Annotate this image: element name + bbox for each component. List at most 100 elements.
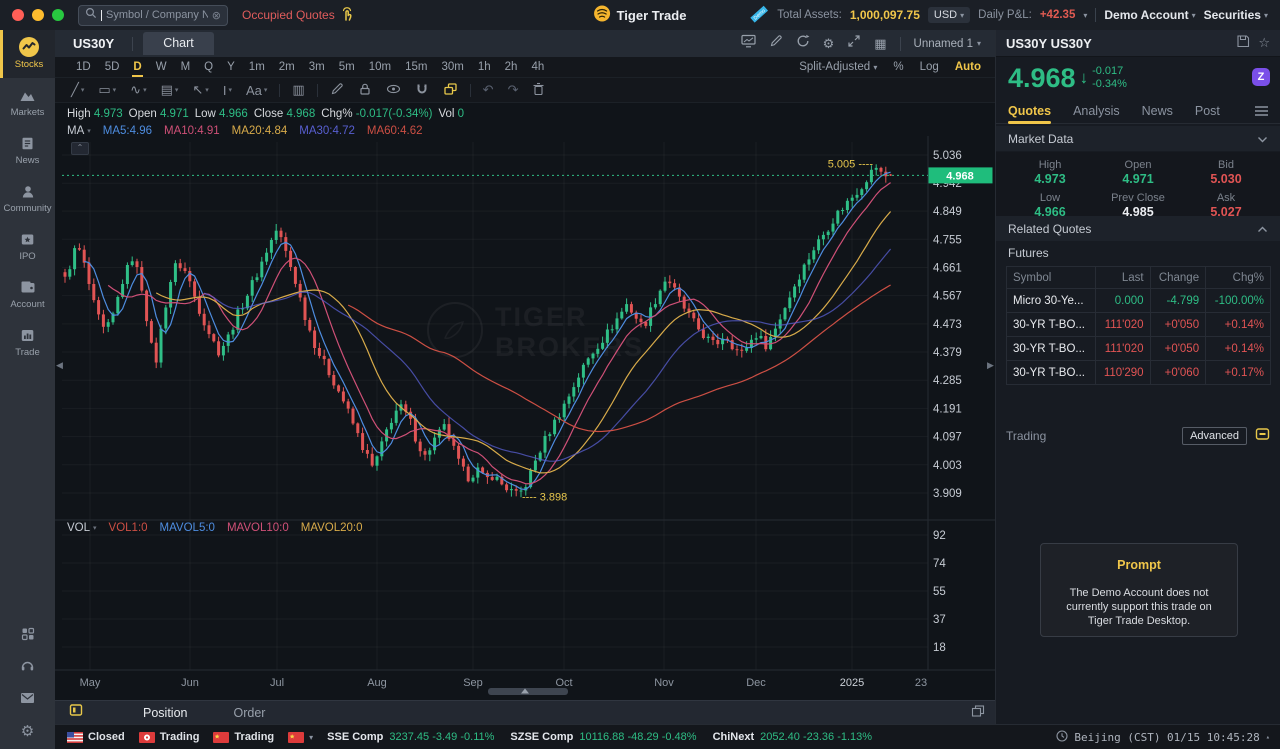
redo-icon[interactable]: ↷ xyxy=(502,78,525,103)
index-ticker[interactable]: SZSE Comp10116.88 -48.29 -0.48% xyxy=(510,731,696,743)
table-row[interactable]: 30-YR T-BO...111'020+0'050+0.14% xyxy=(1007,313,1271,337)
layers-icon[interactable] xyxy=(437,78,464,103)
vol-selector[interactable]: VOL▾ xyxy=(67,522,97,534)
futures-col-header[interactable]: Change xyxy=(1150,267,1206,289)
save-layout-icon[interactable] xyxy=(1236,34,1250,53)
futures-col-header[interactable]: Chg% xyxy=(1206,267,1271,289)
wave-tool-icon[interactable]: ∿▾ xyxy=(124,78,152,103)
note-tool-icon[interactable]: ▤▾ xyxy=(155,78,185,103)
sidebar-item-stocks[interactable]: Stocks xyxy=(0,30,55,78)
timeframe-y[interactable]: Y xyxy=(220,57,242,78)
tab-position[interactable]: Position xyxy=(143,706,187,720)
chart-type-icon[interactable]: ▥ xyxy=(286,78,310,103)
sidebar-item-ipo[interactable]: IPO xyxy=(0,222,55,270)
tab-chart[interactable]: Chart xyxy=(143,32,214,55)
layout-grid-icon[interactable]: ▦ xyxy=(874,36,886,52)
clear-search-icon[interactable]: ⊗ xyxy=(212,9,221,22)
zacks-badge-icon[interactable]: Z xyxy=(1252,68,1270,86)
ma-selector[interactable]: MA▾ xyxy=(67,125,91,137)
timeframe-1d[interactable]: 1D xyxy=(69,57,98,78)
timeframe-2h[interactable]: 2h xyxy=(498,57,525,78)
timeframe-4h[interactable]: 4h xyxy=(524,57,551,78)
symbol-tab[interactable]: US30Y xyxy=(55,36,132,51)
tab-news[interactable]: News xyxy=(1142,100,1173,124)
occupied-quotes-link[interactable]: Occupied Quotes xyxy=(242,6,354,24)
menu-hamburger-icon[interactable] xyxy=(1255,103,1268,121)
panel-expand-icon[interactable] xyxy=(69,703,83,722)
settings-icon[interactable]: ⚙ xyxy=(21,722,34,741)
collapse-right-panel-icon[interactable]: ▶ xyxy=(987,360,994,371)
cascade-windows-icon[interactable] xyxy=(971,704,985,722)
table-row[interactable]: 30-YR T-BO...111'020+0'050+0.14% xyxy=(1007,337,1271,361)
timeframe-10m[interactable]: 10m xyxy=(362,57,398,78)
percent-toggle[interactable]: % xyxy=(893,61,903,73)
text-tool-icon[interactable]: I▾ xyxy=(217,78,238,103)
panel-toggle-icon[interactable] xyxy=(1255,427,1270,446)
related-quotes-section-header[interactable]: Related Quotes xyxy=(996,216,1280,241)
favorite-star-icon[interactable]: ☆ xyxy=(1258,35,1270,51)
eye-icon[interactable] xyxy=(380,78,407,103)
currency-selector[interactable]: USD▾ xyxy=(928,7,970,23)
minimize-window-button[interactable] xyxy=(32,9,44,21)
sidebar-item-markets[interactable]: Markets xyxy=(0,78,55,126)
auto-toggle[interactable]: Auto xyxy=(955,61,981,73)
timeframe-3m[interactable]: 3m xyxy=(302,57,332,78)
index-ticker[interactable]: ChiNext2052.40 -23.36 -1.13% xyxy=(713,731,872,743)
timeframe-w[interactable]: W xyxy=(149,57,174,78)
search-input[interactable]: Symbol / Company Name ⊗ xyxy=(78,5,228,26)
arrow-tool-icon[interactable]: ↖▾ xyxy=(186,78,214,103)
timeframe-2m[interactable]: 2m xyxy=(272,57,302,78)
workspace-selector[interactable]: Unnamed 1▾ xyxy=(914,38,981,50)
market-data-section-header[interactable]: Market Data xyxy=(996,126,1280,151)
edit-icon[interactable] xyxy=(769,34,783,53)
pnl-dropdown-icon[interactable]: ▾ xyxy=(1083,11,1087,20)
timeframe-1m[interactable]: 1m xyxy=(242,57,272,78)
securities-menu[interactable]: Securities▾ xyxy=(1204,8,1268,22)
timeframe-5d[interactable]: 5D xyxy=(98,57,127,78)
trash-icon[interactable] xyxy=(526,78,551,103)
split-adjusted-selector[interactable]: Split-Adjusted ▾ xyxy=(799,61,877,73)
collapse-indicator-button[interactable]: ⌃ xyxy=(71,142,89,155)
timeframe-m[interactable]: M xyxy=(174,57,198,78)
market-selector[interactable]: ▾ xyxy=(288,732,313,743)
futures-col-header[interactable]: Symbol xyxy=(1007,267,1096,289)
timeframe-15m[interactable]: 15m xyxy=(398,57,434,78)
maximize-window-button[interactable] xyxy=(52,9,64,21)
tab-quotes[interactable]: Quotes xyxy=(1008,100,1051,124)
tab-post[interactable]: Post xyxy=(1195,100,1220,124)
lock-icon[interactable] xyxy=(352,78,378,103)
line-tool-icon[interactable]: ╱▾ xyxy=(65,78,90,103)
collapse-left-panel-icon[interactable]: ◀ xyxy=(56,360,63,371)
refresh-icon[interactable] xyxy=(796,34,810,53)
mail-icon[interactable] xyxy=(20,691,35,709)
sidebar-item-news[interactable]: News xyxy=(0,126,55,174)
monitor-icon[interactable] xyxy=(741,34,756,53)
apps-icon[interactable] xyxy=(21,627,35,646)
sidebar-item-trade[interactable]: Trade xyxy=(0,318,55,366)
table-row[interactable]: Micro 30-Ye...0.000-4.799-100.00% xyxy=(1007,289,1271,313)
tab-analysis[interactable]: Analysis xyxy=(1073,100,1120,124)
timeframe-q[interactable]: Q xyxy=(197,57,220,78)
gear-icon[interactable]: ⚙ xyxy=(823,36,835,52)
futures-col-header[interactable]: Last xyxy=(1095,267,1150,289)
fullscreen-icon[interactable] xyxy=(847,34,861,53)
clock-area[interactable]: Beijing (CST) 01/15 10:45:28 ▴ xyxy=(1056,730,1270,745)
sidebar-item-account[interactable]: Account xyxy=(0,270,55,318)
timeframe-d[interactable]: D xyxy=(126,57,148,78)
sidebar-item-community[interactable]: Community xyxy=(0,174,55,222)
timeframe-5m[interactable]: 5m xyxy=(332,57,362,78)
support-icon[interactable] xyxy=(20,659,35,678)
log-toggle[interactable]: Log xyxy=(920,61,939,73)
undo-icon[interactable]: ↶ xyxy=(477,78,500,103)
draw-mode-icon[interactable] xyxy=(324,78,350,103)
timeframe-1h[interactable]: 1h xyxy=(471,57,498,78)
shape-tool-icon[interactable]: ▭▾ xyxy=(92,78,122,103)
timeframe-30m[interactable]: 30m xyxy=(434,57,470,78)
index-ticker[interactable]: SSE Comp3237.45 -3.49 -0.11% xyxy=(327,731,494,743)
table-row[interactable]: 30-YR T-BO...110'290+0'060+0.17% xyxy=(1007,361,1271,385)
tab-order[interactable]: Order xyxy=(233,706,265,720)
advanced-button[interactable]: Advanced xyxy=(1182,427,1247,445)
account-menu[interactable]: Demo Account▾ xyxy=(1104,8,1195,22)
magnet-icon[interactable] xyxy=(409,78,435,103)
label-tool-icon[interactable]: Aa▾ xyxy=(240,78,273,103)
